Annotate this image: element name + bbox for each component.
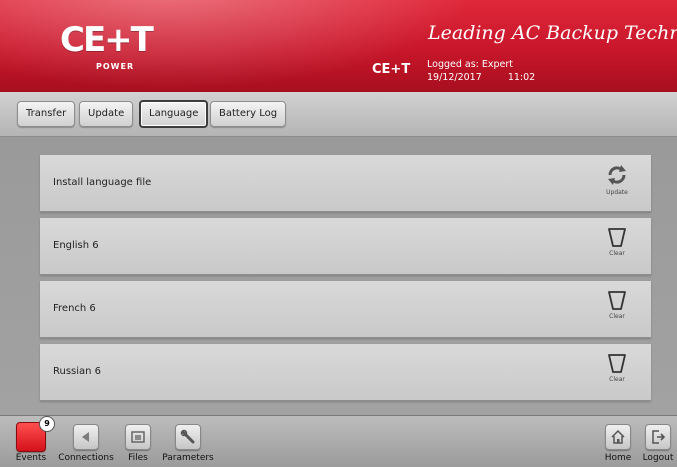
list-item-french: French 6 Clear — [40, 281, 651, 338]
app-header: CE+T POWER Leading AC Backup Technology … — [0, 0, 677, 92]
tagline: Leading AC Backup Technology — [428, 22, 677, 44]
clear-button[interactable]: Clear — [597, 352, 637, 383]
update-button[interactable]: Update — [597, 163, 637, 196]
nav-files[interactable]: Files — [124, 424, 152, 463]
clear-button[interactable]: Clear — [597, 226, 637, 257]
files-glyph — [131, 431, 145, 443]
tab-battery-log[interactable]: Battery Log — [210, 101, 287, 127]
tab-bar: Transfer Update Language Battery Log — [0, 92, 677, 137]
refresh-icon — [608, 165, 626, 185]
company-logo: CE+T POWER — [60, 20, 154, 76]
clear-label: Clear — [609, 250, 625, 257]
tab-language[interactable]: Language — [139, 100, 209, 128]
files-icon[interactable] — [125, 424, 151, 450]
trash-icon — [608, 228, 626, 247]
nav-events[interactable]: 9 Events — [14, 416, 55, 463]
trash-icon — [608, 291, 626, 310]
logo-subtitle: POWER — [96, 62, 135, 71]
row-label: English 6 — [53, 240, 99, 251]
nav-parameters[interactable]: Parameters — [160, 424, 216, 463]
wrench-icon[interactable] — [175, 424, 201, 450]
tab-update[interactable]: Update — [79, 101, 134, 127]
nav-home[interactable]: Home — [602, 424, 634, 463]
bottom-nav-bar: 9 Events Connections Files Parameters Ho… — [0, 415, 677, 467]
site-name: CE+T — [372, 62, 411, 77]
time-label: 11:02 — [507, 72, 536, 83]
home-icon[interactable] — [605, 424, 631, 450]
list-item-english: English 6 Clear — [40, 218, 651, 275]
logout-glyph — [652, 430, 666, 444]
files-label: Files — [128, 453, 148, 463]
logout-icon[interactable] — [645, 424, 671, 450]
date-label: 19/12/2017 — [427, 72, 482, 83]
row-label: French 6 — [53, 303, 96, 314]
logout-label: Logout — [642, 453, 674, 463]
trash-icon — [608, 354, 626, 373]
list-item-install: Install language file Update — [40, 155, 651, 212]
events-label: Events — [15, 453, 47, 463]
events-count-badge: 9 — [39, 416, 55, 432]
update-label: Update — [606, 189, 628, 196]
parameters-label: Parameters — [162, 453, 214, 463]
connections-icon[interactable] — [73, 424, 99, 450]
events-icon[interactable]: 9 — [16, 416, 55, 452]
clear-button[interactable]: Clear — [597, 289, 637, 320]
list-item-russian: Russian 6 Clear — [40, 344, 651, 401]
home-glyph — [611, 429, 625, 444]
nav-connections[interactable]: Connections — [57, 424, 115, 463]
connections-label: Connections — [58, 453, 114, 463]
wrench-glyph — [180, 429, 195, 444]
clear-label: Clear — [609, 313, 625, 320]
tab-transfer[interactable]: Transfer — [17, 101, 76, 127]
connections-glyph — [82, 432, 89, 442]
row-label: Russian 6 — [53, 366, 102, 377]
row-label: Install language file — [53, 177, 152, 188]
language-list: Install language file Update English 6 C… — [0, 137, 677, 415]
logo-text: CE+T — [60, 20, 154, 60]
clear-label: Clear — [609, 376, 625, 383]
nav-logout[interactable]: Logout — [641, 424, 675, 463]
login-info: Logged as: Expert 19/12/2017 11:02 — [427, 58, 535, 84]
logged-as-label: Logged as: Expert — [427, 59, 514, 70]
home-label: Home — [604, 453, 632, 463]
